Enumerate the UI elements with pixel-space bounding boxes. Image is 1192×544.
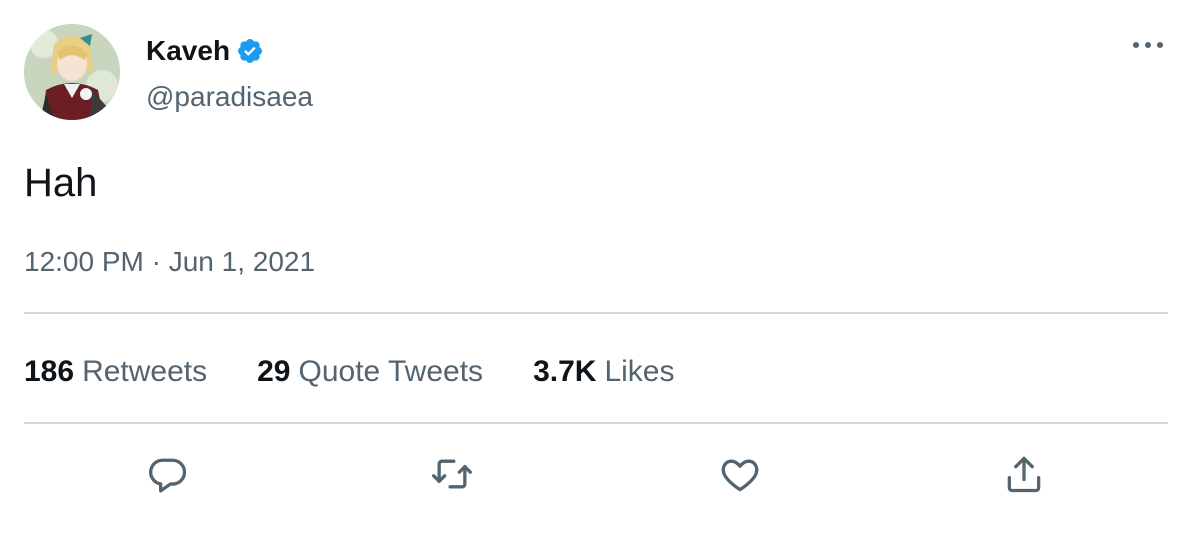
- likes-stat[interactable]: 3.7K Likes: [533, 352, 674, 392]
- author-name-row[interactable]: Kaveh: [146, 33, 264, 69]
- author-handle[interactable]: @paradisaea: [146, 80, 313, 114]
- reply-icon[interactable]: [144, 450, 192, 498]
- quote-tweets-stat[interactable]: 29 Quote Tweets: [257, 352, 483, 392]
- retweet-icon[interactable]: [428, 450, 476, 498]
- like-icon[interactable]: [716, 450, 764, 498]
- tweet-stats: 186 Retweets 29 Quote Tweets 3.7K Likes: [24, 352, 674, 392]
- likes-label: Likes: [604, 355, 675, 388]
- more-options-icon[interactable]: [1128, 30, 1168, 60]
- share-icon[interactable]: [1000, 450, 1048, 498]
- retweets-label: Retweets: [82, 355, 208, 388]
- retweets-stat[interactable]: 186 Retweets: [24, 352, 207, 392]
- verified-badge-icon: [236, 37, 264, 65]
- tweet-text: Hah: [24, 161, 98, 205]
- divider: [24, 312, 1168, 314]
- avatar-icon: [24, 24, 120, 120]
- display-name[interactable]: Kaveh: [146, 33, 230, 69]
- divider: [24, 422, 1168, 424]
- avatar[interactable]: [24, 24, 120, 120]
- likes-count: 3.7K: [533, 355, 597, 388]
- tweet-timestamp[interactable]: 12:00 PM · Jun 1, 2021: [24, 244, 315, 280]
- quote-tweets-count: 29: [257, 355, 291, 388]
- retweets-count: 186: [24, 355, 75, 388]
- tweet-actions-bar: [0, 450, 1192, 498]
- quote-tweets-label: Quote Tweets: [298, 355, 484, 388]
